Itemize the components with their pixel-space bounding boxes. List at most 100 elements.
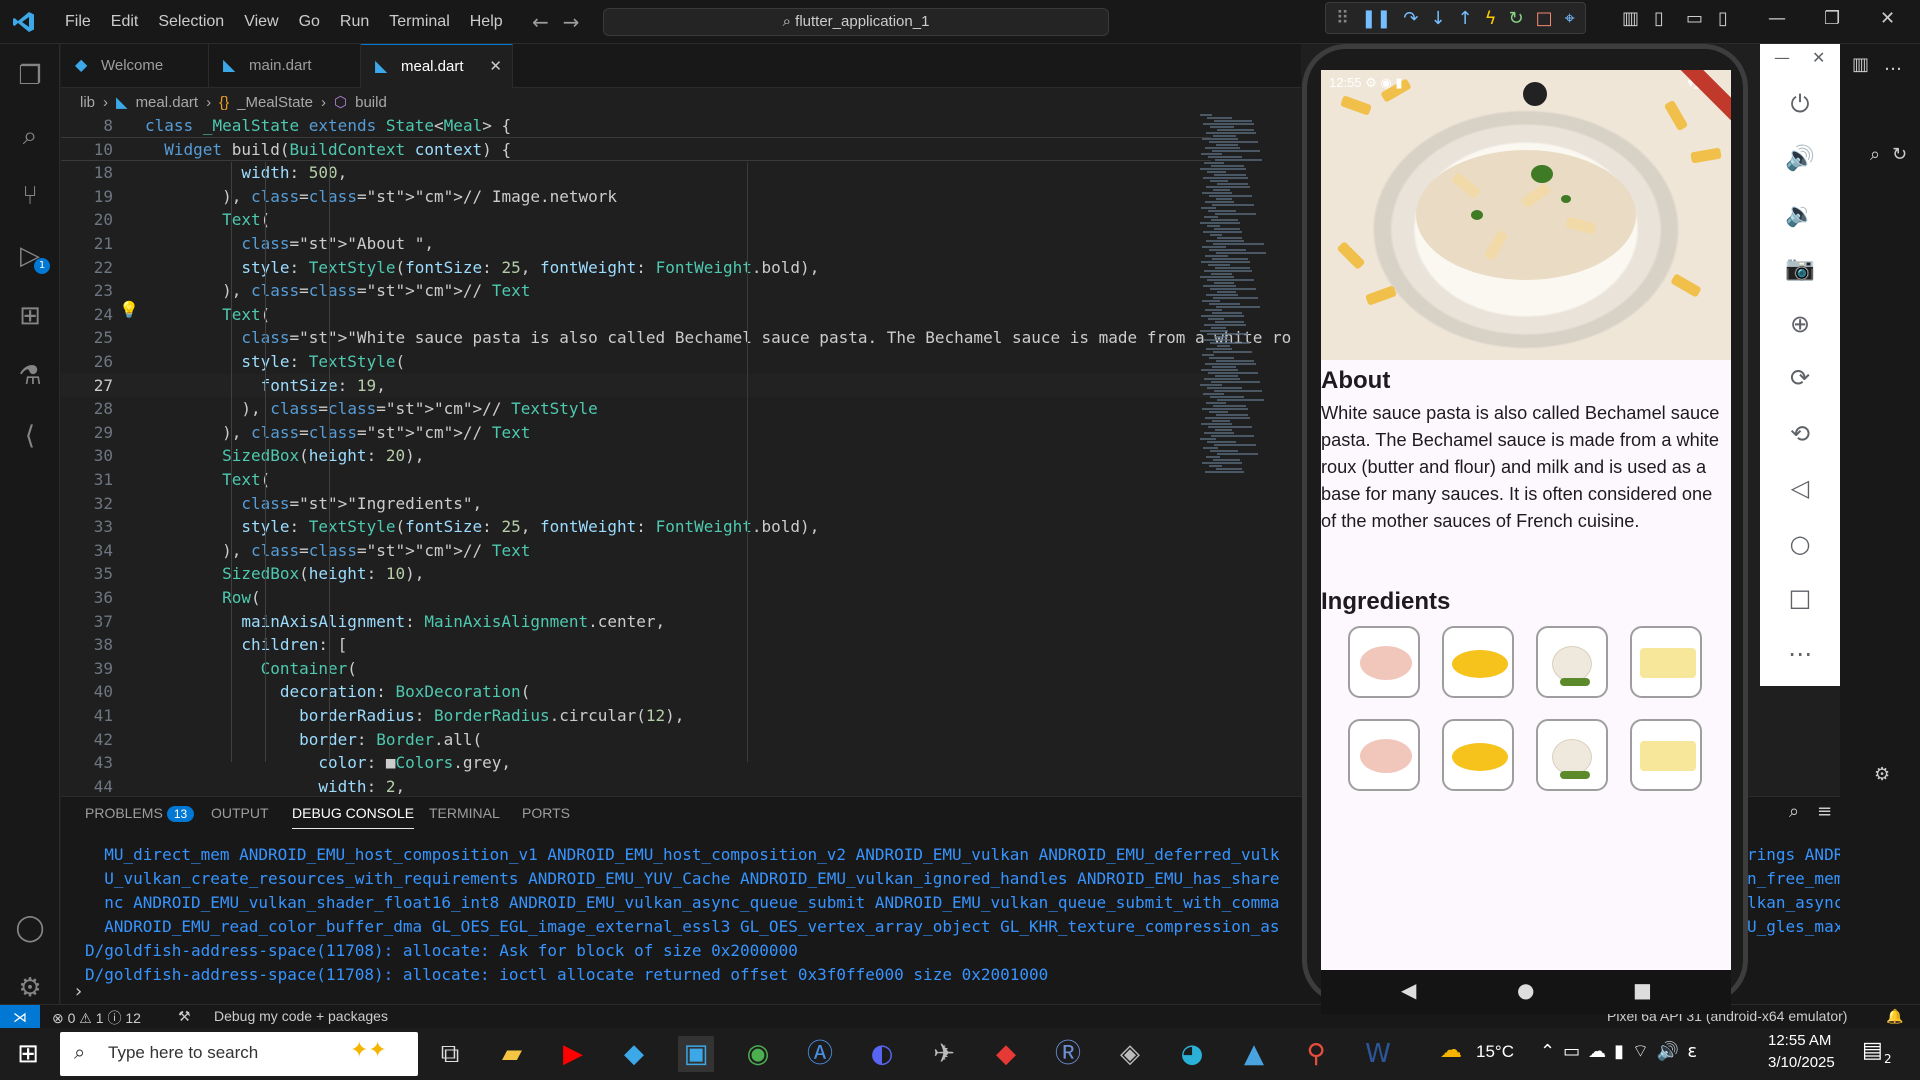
lightbulb-icon[interactable]: 💡 [119,300,139,319]
tab-meal-dart[interactable]: ◣ meal.dart ✕ [361,44,513,88]
step-over-icon[interactable]: ↷ [1403,8,1418,29]
search-icon[interactable]: ⌕ [1870,144,1880,165]
code-line[interactable]: 30 SizedBox(height: 20), [61,444,1211,468]
code-line[interactable]: 39 Container( [61,657,1211,681]
clear-console-icon[interactable]: ≡ [1817,801,1832,822]
app-icon[interactable]: ◈ [1112,1036,1148,1072]
tab-main-dart[interactable]: ◣ main.dart [209,44,361,88]
drag-handle-icon[interactable]: ⠿ [1336,8,1349,29]
taskbar-search-box[interactable]: ⌕ Type here to search ✦✦ [60,1032,418,1076]
command-center-search[interactable]: ⌕ flutter_application_1 [603,8,1109,36]
rotate-right-icon[interactable]: ⟳ [1760,364,1840,392]
volume-up-icon[interactable]: 🔊 [1760,144,1840,172]
code-line[interactable]: 43 color: ■Colors.grey, [61,751,1211,775]
refresh-icon[interactable]: ↻ [1892,144,1907,165]
settings-gear-icon[interactable]: ⚙ [14,972,46,1004]
code-line[interactable]: 20 Text( [61,208,1211,232]
android-home-icon[interactable]: ● [1517,978,1534,1002]
volume-down-icon[interactable]: 🔉 [1760,200,1840,228]
toggle-panel-icon[interactable]: ▭ [1686,8,1703,29]
code-line[interactable]: 37 mainAxisAlignment: MainAxisAlignment.… [61,610,1211,634]
code-line[interactable]: 32 class="st">"Ingredients", [61,492,1211,516]
settings-gear-icon[interactable]: ⚙ [1874,764,1890,785]
code-line[interactable]: 23 ), class=class="st">"cm">// Text [61,279,1211,303]
task-view-icon[interactable]: ⧉ [432,1036,468,1072]
menu-go[interactable]: Go [289,13,330,31]
code-line[interactable]: 29 ), class=class="st">"cm">// Text [61,421,1211,445]
close-window-icon[interactable]: ✕ [1880,8,1895,29]
problems-status[interactable]: ⊗ 0 ⚠ 1 ⓘ 12 [52,1008,141,1028]
step-out-icon[interactable]: ↑ [1458,8,1473,29]
flutter-icon[interactable]: ⟨ [14,420,46,452]
accounts-icon[interactable]: ◯ [14,912,46,944]
code-editor[interactable]: 8 class _MealState extends State<Meal> { … [61,114,1301,796]
explorer-icon[interactable]: ❐ [14,60,46,92]
close-tab-icon[interactable]: ✕ [489,45,502,89]
breadcrumb-item[interactable]: build [355,94,387,111]
debug-mode-status[interactable]: Debug my code + packages [214,1008,388,1024]
code-line[interactable]: 33 style: TextStyle(fontSize: 25, fontWe… [61,515,1211,539]
menu-view[interactable]: View [234,13,288,31]
code-line[interactable]: 24 Text( [61,303,1211,327]
step-into-icon[interactable]: ↓ [1430,8,1445,29]
camera-icon[interactable]: 📷 [1760,254,1840,282]
minimize-icon[interactable]: — [1774,48,1790,67]
code-line[interactable]: 26 style: TextStyle( [61,350,1211,374]
overview-icon[interactable]: □ [1760,584,1840,612]
back-arrow-icon[interactable]: ← [532,10,563,34]
extensions-icon[interactable]: ⊞ [14,300,46,332]
code-line[interactable]: 19 ), class=class="st">"cm">// Image.net… [61,185,1211,209]
tab-welcome[interactable]: ◆ Welcome [61,44,209,88]
toggle-secondary-sidebar-icon[interactable]: ▯ [1718,8,1728,29]
hot-reload-icon[interactable]: ϟ [1485,8,1497,29]
game-icon[interactable]: ◆ [988,1036,1024,1072]
code-line[interactable]: 22 style: TextStyle(fontSize: 25, fontWe… [61,256,1211,280]
app-icon[interactable]: ✈ [926,1036,962,1072]
code-line[interactable]: 21 class="st">"About ", [61,232,1211,256]
r-icon[interactable]: Ⓡ [1050,1036,1086,1072]
code-line[interactable]: 28 ), class=class="st">"cm">// TextStyle [61,397,1211,421]
minimap[interactable] [1196,114,1296,484]
code-line[interactable]: 18 width: 500, [61,161,1211,185]
debug-console-output[interactable]: MU_direct_mem ANDROID_EMU_host_compositi… [85,841,1365,991]
home-icon[interactable]: ○ [1760,530,1840,558]
android-studio-icon[interactable]: Ⓐ [802,1036,838,1072]
code-line[interactable]: 34 ), class=class="st">"cm">// Text [61,539,1211,563]
code-line[interactable]: 40 decoration: BoxDecoration( [61,680,1211,704]
menu-run[interactable]: Run [330,13,379,31]
youtube-icon[interactable]: ▶ [555,1036,591,1072]
file-explorer-icon[interactable]: ▰ [494,1036,530,1072]
code-line[interactable]: 27 fontSize: 19, [61,373,1211,398]
menu-help[interactable]: Help [460,13,513,31]
app-screen[interactable]: 12:55 ⚙ ◉ ▮ ▾◢▮ About White sauce pasta … [1321,70,1731,970]
code-line[interactable]: 35 SizedBox(height: 10), [61,562,1211,586]
clock-time[interactable]: 12:55 AM [1768,1032,1831,1049]
back-icon[interactable]: ◁ [1760,474,1840,502]
rotate-left-icon[interactable]: ⟲ [1760,420,1840,448]
zoom-icon[interactable]: ⊕ [1760,310,1840,338]
forward-arrow-icon[interactable]: → [563,10,594,34]
code-line[interactable]: 44 width: 2, [61,775,1211,799]
menu-terminal[interactable]: Terminal [379,13,459,31]
toggle-sidebar-icon[interactable]: ▯ [1654,8,1664,29]
more-actions-icon[interactable]: … [1884,54,1902,75]
remote-indicator-icon[interactable]: ⋊ [0,1005,40,1029]
panel-tab-problems[interactable]: PROBLEMS 13 [85,805,195,822]
clock-date[interactable]: 3/10/2025 [1768,1054,1835,1071]
code-line[interactable]: 25 class="st">"White sauce pasta is also… [61,326,1292,350]
more-icon[interactable]: ⋯ [1760,640,1840,668]
chrome-icon[interactable]: ◉ [740,1036,776,1072]
menu-edit[interactable]: Edit [101,13,149,31]
app-icon[interactable]: ⚲ [1298,1036,1334,1072]
restart-icon[interactable]: ↻ [1509,8,1524,29]
panel-tab-terminal[interactable]: TERMINAL [429,805,500,821]
code-line[interactable]: 38 children: [ [61,633,1211,657]
split-editor-icon[interactable]: ▥ [1852,54,1869,75]
run-debug-icon[interactable]: ▷ 1 [14,240,50,274]
notifications-bell-icon[interactable]: 🔔 [1886,1008,1903,1025]
power-icon[interactable]: ⏻ [1760,90,1840,118]
android-recents-icon[interactable]: ■ [1633,978,1652,1002]
breadcrumb-item[interactable]: meal.dart [136,94,199,111]
maximize-icon[interactable]: ❐ [1824,8,1840,29]
photos-icon[interactable]: ▲ [1236,1036,1272,1072]
